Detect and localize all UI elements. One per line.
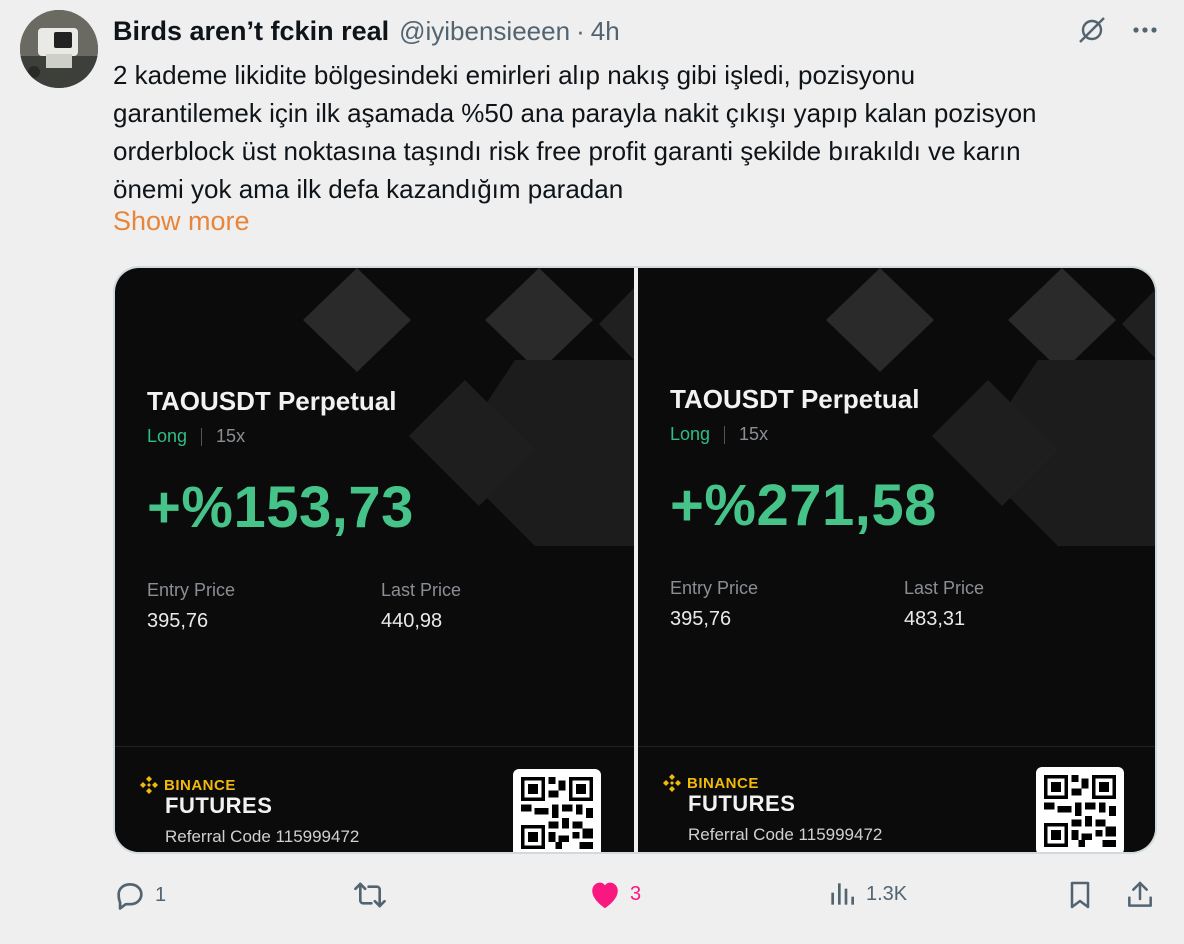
heart-icon <box>592 882 618 909</box>
separator-dot: · <box>576 15 585 46</box>
binance-logo: BINANCE FUTURES <box>662 773 795 817</box>
views-count: 1.3K <box>866 882 908 905</box>
pnl-percent: +%153,73 <box>147 475 414 540</box>
views-icon <box>831 883 854 905</box>
position-info: Long 15x <box>147 426 245 447</box>
brand-top-text: BINANCE <box>164 776 236 794</box>
pair-name: TAOUSDT Perpetual <box>147 386 397 416</box>
brand-bottom-text: FUTURES <box>165 793 273 818</box>
last-price-value: 440,98 <box>381 610 443 632</box>
position-side: Long <box>147 426 188 446</box>
leverage: 15x <box>739 424 769 444</box>
reply-count: 1 <box>155 883 167 906</box>
repost-icon <box>354 882 386 908</box>
position-side: Long <box>670 424 711 444</box>
show-more-link[interactable]: Show more <box>113 206 250 237</box>
entry-price-value: 395,76 <box>670 608 732 630</box>
user-handle[interactable]: @iyibensieeen <box>399 16 570 47</box>
tweet-header: Birds aren’t fckin real @iyibensieeen · … <box>113 14 620 48</box>
timestamp[interactable]: 4h <box>591 16 620 47</box>
last-price-label: Last Price <box>904 578 985 598</box>
views-button[interactable]: 1.3K <box>826 878 907 910</box>
pnl-card[interactable]: TAOUSDT Perpetual Long 15x +%153,73 Entr… <box>115 268 634 852</box>
divider <box>201 427 203 446</box>
qr-code <box>1036 767 1124 852</box>
grok-icon[interactable] <box>1076 14 1108 51</box>
card-footer: BINANCE FUTURES Referral Code 115999472 <box>115 746 634 852</box>
last-price-label: Last Price <box>381 580 462 600</box>
tweet-line: orderblock üst noktasına taşındı risk fr… <box>113 136 1021 166</box>
pnl-percent: +%271,58 <box>670 473 937 538</box>
share-icon <box>1128 881 1152 907</box>
position-info: Long 15x <box>670 424 768 445</box>
referral-code: Referral Code 115999472 <box>165 827 360 846</box>
entry-price-label: Entry Price <box>147 580 236 600</box>
like-count: 3 <box>630 882 642 905</box>
bookmark-icon <box>1070 881 1090 909</box>
reply-button[interactable]: 1 <box>113 878 166 912</box>
display-name[interactable]: Birds aren’t fckin real <box>113 16 389 47</box>
pair-name: TAOUSDT Perpetual <box>670 384 920 414</box>
last-price-value: 483,31 <box>904 608 966 630</box>
tweet-line: önemi yok ama ilk defa kazandığım parada… <box>113 174 624 204</box>
tweet-line: garantilemek için ilk aşamada %50 ana pa… <box>113 98 1037 128</box>
binance-logo: BINANCE FUTURES <box>139 775 272 819</box>
leverage: 15x <box>216 426 246 446</box>
entry-price-label: Entry Price <box>670 578 759 598</box>
media-grid: TAOUSDT Perpetual Long 15x +%153,73 Entr… <box>113 266 1157 854</box>
bookmark-button[interactable] <box>1064 878 1096 912</box>
entry-price-value: 395,76 <box>147 610 209 632</box>
top-actions <box>1076 14 1160 51</box>
repost-button[interactable] <box>352 878 396 912</box>
avatar[interactable] <box>20 10 98 88</box>
card-footer: BINANCE FUTURES Referral Code 115999472 <box>638 746 1155 852</box>
pnl-card[interactable]: TAOUSDT Perpetual Long 15x +%271,58 Entr… <box>638 268 1155 852</box>
divider <box>724 425 726 444</box>
action-bar: 1 3 1.3K <box>0 870 1184 922</box>
brand-bottom-text: FUTURES <box>688 791 796 816</box>
binance-icon <box>663 774 681 792</box>
brand-top-text: BINANCE <box>687 774 759 792</box>
like-button[interactable]: 3 <box>588 878 641 910</box>
qr-code <box>513 769 601 852</box>
reply-icon <box>117 883 143 910</box>
tweet-text: 2 kademe likidite bölgesindeki emirleri … <box>113 56 1163 208</box>
referral-code: Referral Code 115999472 <box>688 825 883 844</box>
more-icon[interactable] <box>1130 15 1160 50</box>
tweet-line: 2 kademe likidite bölgesindeki emirleri … <box>113 60 916 90</box>
binance-icon <box>140 776 158 794</box>
share-button[interactable] <box>1124 878 1156 912</box>
